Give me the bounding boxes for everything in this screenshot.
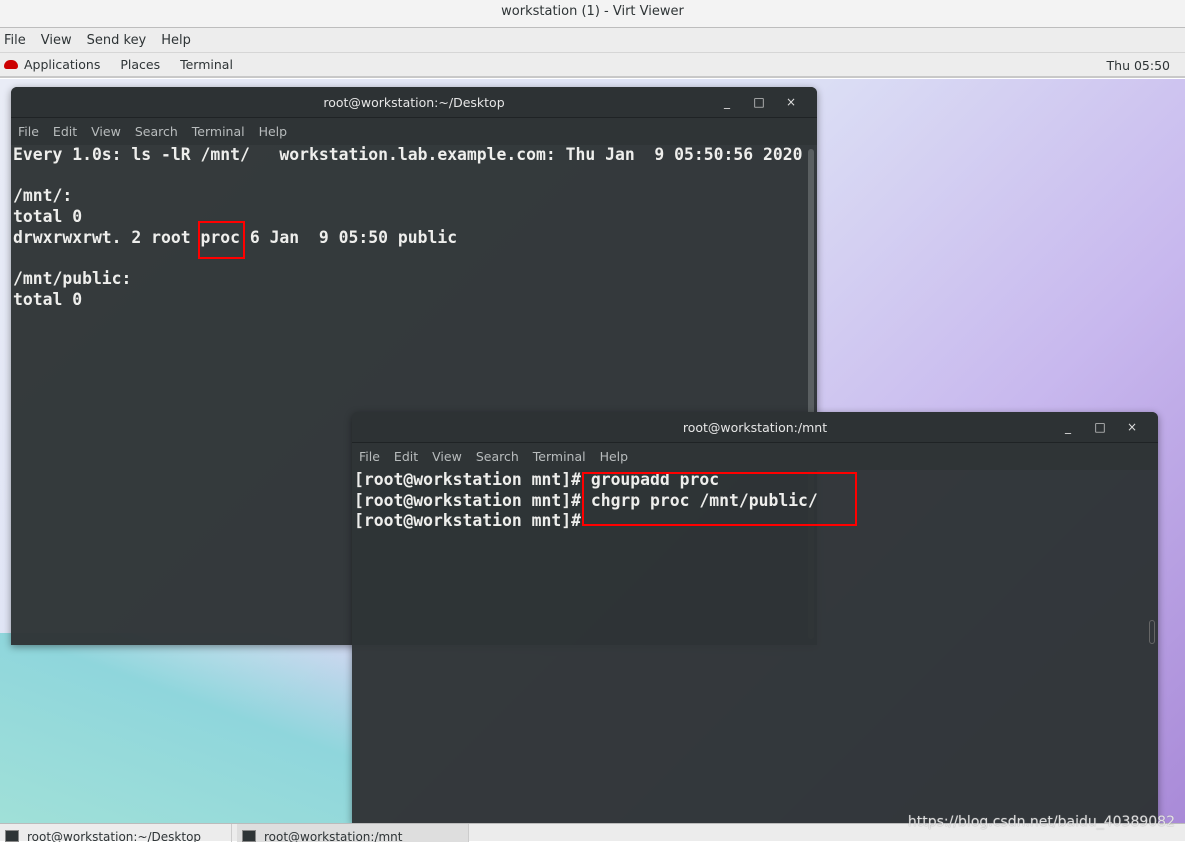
terminal-title: root@workstation:/mnt (682, 420, 828, 435)
minimize-icon[interactable]: _ (1052, 412, 1084, 443)
terminal-line: drwxrwxrwt. 2 root proc 6 Jan 9 05:50 pu… (13, 227, 458, 247)
close-icon[interactable]: × (1116, 412, 1148, 443)
menu-file[interactable]: File (359, 449, 380, 464)
terminal-line: /mnt/public: (13, 269, 132, 289)
menu-send-key[interactable]: Send key (87, 33, 147, 48)
terminal-line: total 0 (13, 207, 83, 227)
menu-help[interactable]: Help (259, 124, 288, 139)
watermark: https://blog.csdn.net/baidu_40389082 (907, 814, 1175, 830)
terminal-line: total 0 (13, 289, 83, 309)
menu-edit[interactable]: Edit (394, 449, 418, 464)
taskbar-label: root@workstation:/mnt (264, 830, 403, 842)
terminal-title-bar[interactable]: root@workstation:~/Desktop _ □ × (11, 87, 817, 118)
menu-edit[interactable]: Edit (53, 124, 77, 139)
menu-file[interactable]: File (18, 124, 39, 139)
window-title-bar: workstation (1) - Virt Viewer (0, 0, 1185, 28)
taskbar-label: root@workstation:~/Desktop (27, 830, 202, 842)
taskbar-item-desktop-terminal[interactable]: root@workstation:~/Desktop (0, 824, 232, 842)
menu-search[interactable]: Search (476, 449, 519, 464)
menu-view[interactable]: View (432, 449, 462, 464)
terminal-title: root@workstation:~/Desktop (323, 95, 505, 110)
terminal-output[interactable]: Every 1.0s: ls -lR /mnt/ workstation.lab… (11, 145, 817, 311)
clock[interactable]: Thu 05:50 (1107, 58, 1170, 73)
highlight-box-commands (582, 472, 857, 526)
viewer-menu-bar: File View Send key Help (0, 28, 1185, 53)
terminal-menu-bar: File Edit View Search Terminal Help (352, 443, 1158, 470)
gnome-top-panel: Applications Places Terminal Thu 05:50 (0, 53, 1185, 78)
terminal-title-bar[interactable]: root@workstation:/mnt _ □ × (352, 412, 1158, 443)
terminal-line: /mnt/: (13, 186, 73, 206)
menu-help[interactable]: Help (600, 449, 629, 464)
terminal-app-menu[interactable]: Terminal (180, 57, 233, 72)
menu-terminal[interactable]: Terminal (192, 124, 245, 139)
terminal-icon (242, 830, 256, 842)
terminal-menu-bar: File Edit View Search Terminal Help (11, 118, 817, 145)
maximize-icon[interactable]: □ (743, 87, 775, 118)
menu-file[interactable]: File (4, 33, 26, 48)
menu-help[interactable]: Help (161, 33, 191, 48)
close-icon[interactable]: × (775, 87, 807, 118)
taskbar-item-mnt-terminal[interactable]: root@workstation:/mnt (237, 824, 469, 842)
menu-terminal[interactable]: Terminal (533, 449, 586, 464)
terminal-icon (5, 830, 19, 842)
menu-view[interactable]: View (91, 124, 121, 139)
highlight-box-proc (198, 221, 245, 259)
terminal-line: Every 1.0s: ls -lR /mnt/ workstation.lab… (13, 145, 803, 164)
menu-search[interactable]: Search (135, 124, 178, 139)
minimize-icon[interactable]: _ (711, 87, 743, 118)
places-menu[interactable]: Places (120, 57, 160, 72)
redhat-logo-icon (4, 60, 18, 69)
scrollbar[interactable] (1149, 620, 1155, 644)
menu-view[interactable]: View (41, 33, 72, 48)
maximize-icon[interactable]: □ (1084, 412, 1116, 443)
window-title: workstation (1) - Virt Viewer (501, 4, 684, 19)
applications-menu[interactable]: Applications (24, 57, 100, 72)
